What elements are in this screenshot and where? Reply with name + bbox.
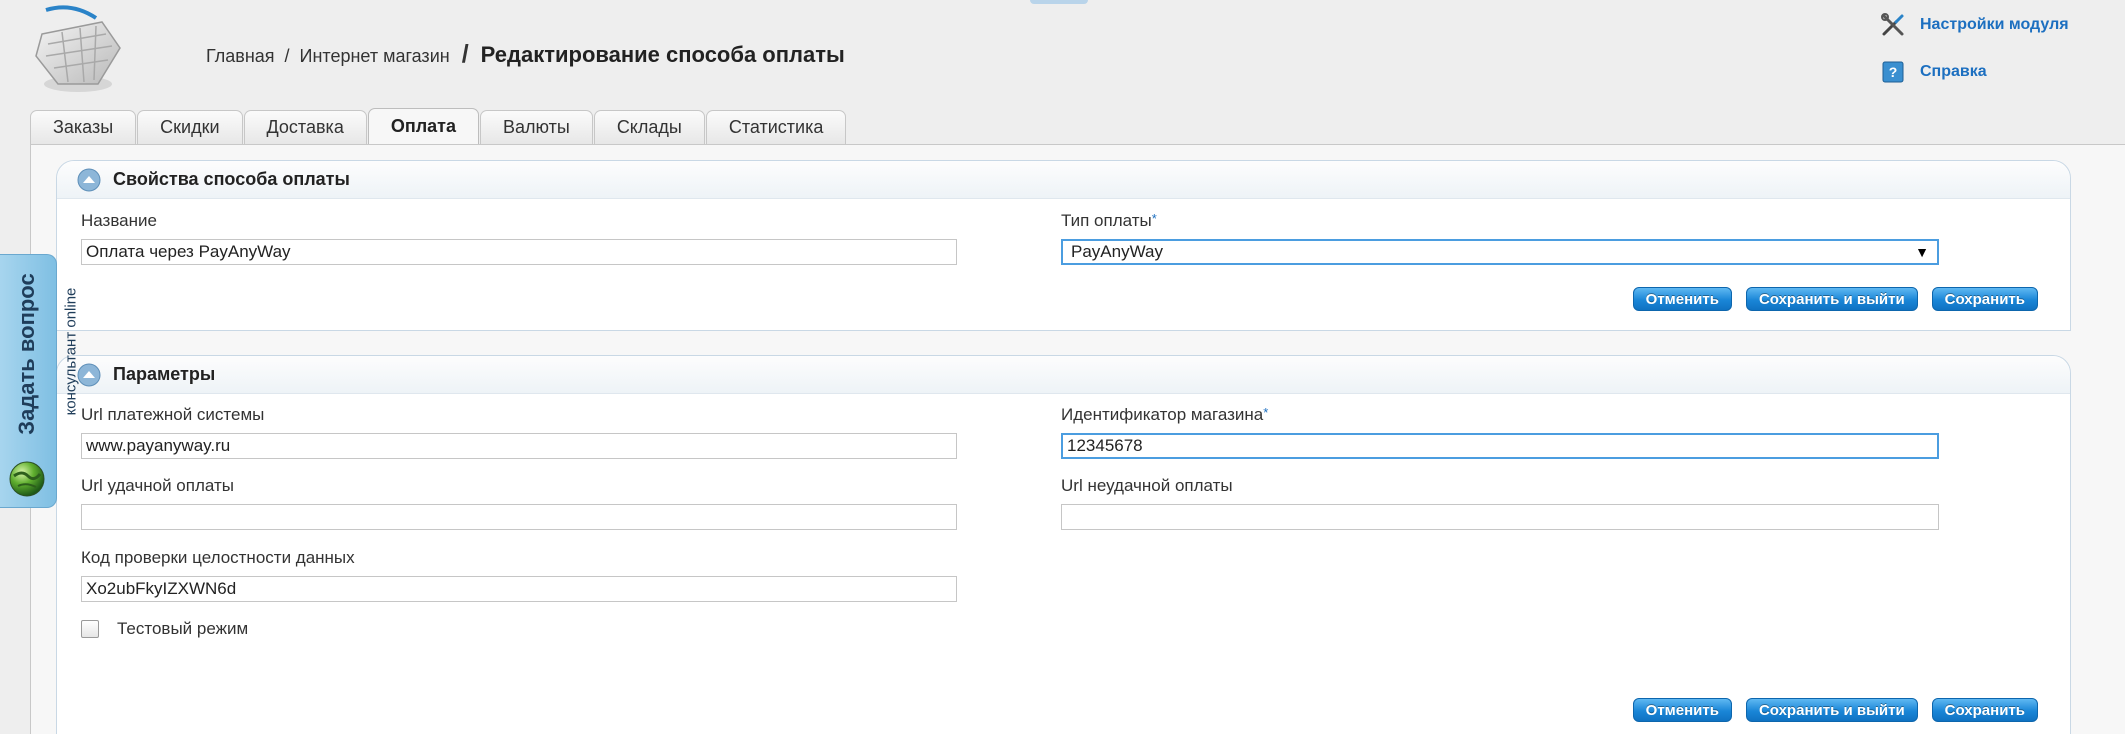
tab-bar: Заказы Скидки Доставка Оплата Валюты Скл… <box>30 108 847 144</box>
name-field[interactable] <box>81 239 957 265</box>
help-icon: ? <box>1880 59 1906 85</box>
tools-icon <box>1880 12 1906 38</box>
payment-type-label-text: Тип оплаты <box>1061 211 1152 230</box>
url-label: Url платежной системы <box>81 405 265 424</box>
tab-warehouses[interactable]: Склады <box>593 110 705 144</box>
breadcrumb-separator: / <box>461 40 469 68</box>
success-url-field[interactable] <box>81 504 957 530</box>
panel-buttons-bottom: Отменить Сохранить и выйти Сохранить <box>1632 698 2038 722</box>
panel-title: Параметры <box>113 364 216 384</box>
name-label: Название <box>81 211 157 231</box>
top-marker <box>1030 0 1088 4</box>
collapse-up-icon[interactable] <box>77 363 101 387</box>
shop-id-label: Идентификатор магазина* <box>1061 405 1268 425</box>
payment-type-label: Тип оплаты* <box>1061 211 1157 231</box>
fail-url-label: Url неудачной оплаты <box>1061 476 1233 495</box>
top-links: Настройки модуля ? Справка <box>1880 12 2069 106</box>
payment-type-value: PayAnyWay <box>1071 242 1163 261</box>
collapse-up-icon[interactable] <box>77 168 101 192</box>
tab-orders[interactable]: Заказы <box>30 110 137 144</box>
test-mode-checkbox[interactable] <box>81 620 99 638</box>
tab-delivery[interactable]: Доставка <box>243 110 367 144</box>
cancel-button[interactable]: Отменить <box>1632 698 1732 722</box>
name-label-text: Название <box>81 211 157 230</box>
ask-question-label: Задать вопрос <box>14 273 39 435</box>
panel-buttons-top: Отменить Сохранить и выйти Сохранить <box>1632 287 2038 311</box>
tab-content: Свойства способа оплаты Название Тип опл… <box>30 144 2125 734</box>
breadcrumb-shop-link[interactable]: Интернет магазин <box>300 46 450 67</box>
ask-question-text: Задать вопрос консультант online <box>4 261 80 447</box>
tab-discounts[interactable]: Скидки <box>137 110 243 144</box>
tab-payment[interactable]: Оплата <box>367 108 479 144</box>
page-title: Редактирование способа оплаты <box>480 42 845 67</box>
integrity-code-label: Код проверки целостности данных <box>81 548 355 567</box>
module-settings-label: Настройки модуля <box>1920 16 2069 33</box>
breadcrumb-home-link[interactable]: Главная <box>206 46 275 67</box>
required-mark: * <box>1263 405 1269 420</box>
save-button[interactable]: Сохранить <box>1931 698 2038 722</box>
required-mark: * <box>1151 211 1157 226</box>
payment-properties-panel: Свойства способа оплаты Название Тип опл… <box>56 160 2071 331</box>
consultant-online-label: консультант online <box>62 287 80 416</box>
shop-basket-logo <box>28 4 128 96</box>
success-url-label: Url удачной оплаты <box>81 476 234 495</box>
payment-url-field[interactable] <box>81 433 957 459</box>
payment-properties-header: Свойства способа оплаты <box>57 161 2070 199</box>
cancel-button[interactable]: Отменить <box>1632 287 1732 311</box>
save-and-exit-button[interactable]: Сохранить и выйти <box>1745 698 1918 722</box>
globe-icon <box>8 460 46 498</box>
svg-text:?: ? <box>1889 64 1898 80</box>
shop-id-label-text: Идентификатор магазина <box>1061 405 1264 424</box>
save-button[interactable]: Сохранить <box>1931 287 2038 311</box>
shop-id-field[interactable] <box>1061 433 1939 459</box>
save-and-exit-button[interactable]: Сохранить и выйти <box>1745 287 1918 311</box>
payment-type-select[interactable]: PayAnyWay ▼ <box>1061 239 1939 265</box>
test-mode-label: Тестовый режим <box>117 619 249 638</box>
integrity-code-field[interactable] <box>81 576 957 602</box>
tab-currencies[interactable]: Валюты <box>480 110 593 144</box>
parameters-panel: Параметры Url платежной системы Идентифи… <box>56 355 2071 734</box>
help-link[interactable]: ? Справка <box>1880 59 2069 85</box>
module-settings-link[interactable]: Настройки модуля <box>1880 12 2069 38</box>
help-label: Справка <box>1920 63 1987 80</box>
fail-url-field[interactable] <box>1061 504 1939 530</box>
tab-statistics[interactable]: Статистика <box>705 110 847 144</box>
dropdown-arrow-icon: ▼ <box>1915 244 1929 260</box>
panel-title: Свойства способа оплаты <box>113 169 350 189</box>
parameters-header: Параметры <box>57 356 2070 394</box>
breadcrumb: Главная / Интернет магазин / Редактирова… <box>206 40 845 69</box>
breadcrumb-separator: / <box>284 46 290 66</box>
ask-question-widget[interactable]: Задать вопрос консультант online <box>0 254 80 508</box>
